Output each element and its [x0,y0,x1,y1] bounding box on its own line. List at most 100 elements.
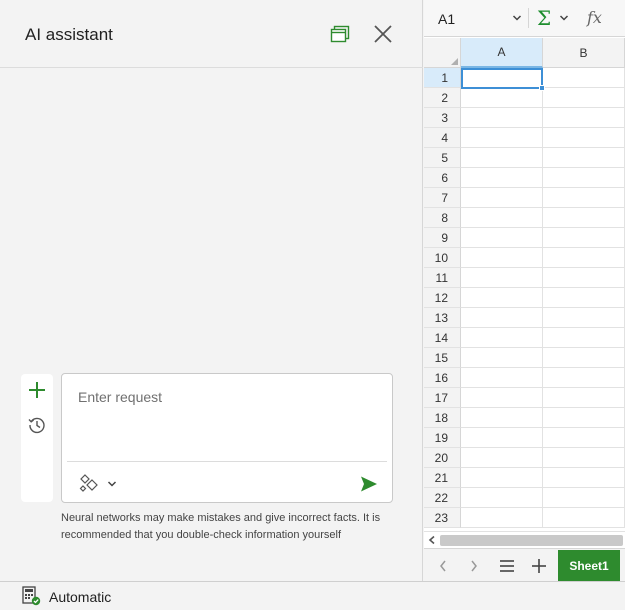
plus-icon [29,382,45,398]
cell-b7[interactable] [543,188,625,208]
cell-b19[interactable] [543,428,625,448]
next-sheet-button[interactable] [463,555,485,577]
cell-b14[interactable] [543,328,625,348]
row-header-20[interactable]: 20 [424,448,461,468]
close-icon [374,25,392,43]
new-chat-button[interactable] [26,379,48,401]
calculation-mode[interactable]: Automatic [49,589,111,605]
add-sheet-button[interactable] [528,555,550,577]
column-header-a[interactable]: A [461,38,543,68]
cell-b16[interactable] [543,368,625,388]
close-button[interactable] [370,21,396,47]
horizontal-scrollbar[interactable] [424,531,625,548]
select-all-corner[interactable] [424,38,461,68]
cell-a5[interactable] [461,148,543,168]
cell-b22[interactable] [543,488,625,508]
ai-assistant-panel: AI assistant Enter request Neural networ… [0,0,423,581]
send-button[interactable] [358,474,380,494]
cell-a15[interactable] [461,348,543,368]
cell-a21[interactable] [461,468,543,488]
scrollbar-thumb[interactable] [440,535,623,546]
row-header-6[interactable]: 6 [424,168,461,188]
cell-a9[interactable] [461,228,543,248]
cell-b11[interactable] [543,268,625,288]
column-header-b[interactable]: B [543,38,625,68]
cell-b18[interactable] [543,408,625,428]
cell-b23[interactable] [543,508,625,528]
autosum-button[interactable]: Σ [537,7,577,29]
cell-a22[interactable] [461,488,543,508]
cell-b15[interactable] [543,348,625,368]
cell-a20[interactable] [461,448,543,468]
cell-b4[interactable] [543,128,625,148]
cell-b13[interactable] [543,308,625,328]
request-input[interactable] [78,389,378,449]
sheet-tab-sheet1[interactable]: Sheet1 [558,550,620,582]
row-header-14[interactable]: 14 [424,328,461,348]
insert-function-button[interactable]: fx [587,7,613,29]
cell-a16[interactable] [461,368,543,388]
row-header-11[interactable]: 11 [424,268,461,288]
row-header-19[interactable]: 19 [424,428,461,448]
cell-a4[interactable] [461,128,543,148]
row-header-16[interactable]: 16 [424,368,461,388]
cell-a8[interactable] [461,208,543,228]
name-box[interactable]: A1 [424,0,528,37]
row-header-23[interactable]: 23 [424,508,461,528]
cell-b20[interactable] [543,448,625,468]
cell-b12[interactable] [543,288,625,308]
cell-b1[interactable] [543,68,625,88]
row-header-15[interactable]: 15 [424,348,461,368]
cell-b9[interactable] [543,228,625,248]
cell-a23[interactable] [461,508,543,528]
cell-b21[interactable] [543,468,625,488]
cell-a17[interactable] [461,388,543,408]
cell-b5[interactable] [543,148,625,168]
cell-a6[interactable] [461,168,543,188]
cell-b8[interactable] [543,208,625,228]
prev-sheet-button[interactable] [432,555,454,577]
cell-a19[interactable] [461,428,543,448]
row-header-17[interactable]: 17 [424,388,461,408]
cell-a13[interactable] [461,308,543,328]
row-header-9[interactable]: 9 [424,228,461,248]
ai-panel-title: AI assistant [25,25,113,44]
row-header-1[interactable]: 1 [424,68,461,88]
calculator-icon[interactable] [21,586,41,606]
cell-a12[interactable] [461,288,543,308]
sheet-tab-bar: Sheet1 [424,548,625,582]
cell-b17[interactable] [543,388,625,408]
history-button[interactable] [26,414,48,436]
row-header-12[interactable]: 12 [424,288,461,308]
popout-button[interactable] [327,21,353,47]
row-header-3[interactable]: 3 [424,108,461,128]
row-header-7[interactable]: 7 [424,188,461,208]
cell-a7[interactable] [461,188,543,208]
row-header-18[interactable]: 18 [424,408,461,428]
cell-a2[interactable] [461,88,543,108]
cell-b6[interactable] [543,168,625,188]
row-header-8[interactable]: 8 [424,208,461,228]
row-header-13[interactable]: 13 [424,308,461,328]
row-header-4[interactable]: 4 [424,128,461,148]
cell-a3[interactable] [461,108,543,128]
row-header-5[interactable]: 5 [424,148,461,168]
history-icon [28,417,45,434]
row-header-2[interactable]: 2 [424,88,461,108]
fill-handle[interactable] [539,85,545,91]
sheet-list-button[interactable] [496,555,518,577]
row-header-21[interactable]: 21 [424,468,461,488]
cell-a1[interactable] [461,68,543,88]
row-header-10[interactable]: 10 [424,248,461,268]
cell-b3[interactable] [543,108,625,128]
cell-a10[interactable] [461,248,543,268]
cell-a18[interactable] [461,408,543,428]
cell-b10[interactable] [543,248,625,268]
scroll-left-icon[interactable] [427,535,437,545]
plus-icon [532,559,546,573]
cell-b2[interactable] [543,88,625,108]
mode-selector-button[interactable] [77,472,123,496]
cell-a14[interactable] [461,328,543,348]
row-header-22[interactable]: 22 [424,488,461,508]
cell-a11[interactable] [461,268,543,288]
